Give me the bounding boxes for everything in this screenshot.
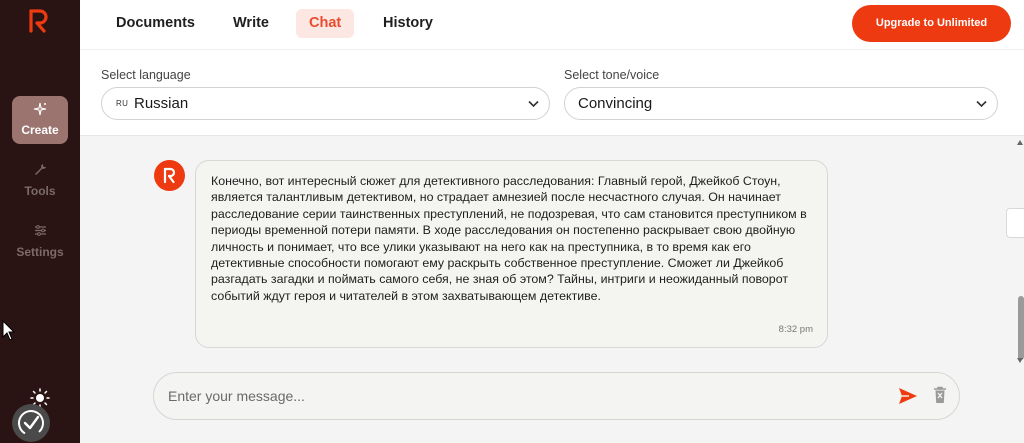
sidebar-item-label: Tools: [24, 184, 56, 198]
tab-chat[interactable]: Chat: [296, 9, 355, 38]
mouse-cursor-icon: [2, 320, 16, 341]
sidebar-item-label: Create: [21, 123, 59, 137]
message-composer: [153, 372, 960, 420]
chevron-down-icon: [528, 100, 539, 108]
tone-select[interactable]: Convincing: [564, 87, 998, 120]
scrollbar-thumb[interactable]: [1018, 296, 1024, 360]
speed-gauge-button[interactable]: [12, 404, 50, 442]
message-input[interactable]: [168, 383, 868, 409]
message-timestamp: 8:32 pm: [778, 324, 813, 335]
language-select-label: Select language: [101, 68, 191, 82]
sliders-icon: [12, 224, 68, 242]
message-text: Конечно, вот интересный сюжет для детект…: [211, 174, 807, 303]
chat-area: Конечно, вот интересный сюжет для детект…: [80, 136, 1024, 443]
tone-select-label: Select tone/voice: [564, 68, 660, 82]
scroll-up-arrow-icon[interactable]: [1017, 140, 1023, 145]
logo-icon: [163, 167, 176, 184]
send-icon[interactable]: [898, 387, 918, 405]
language-select-value: Russian: [134, 95, 189, 112]
upgrade-button[interactable]: Upgrade to Unlimited: [852, 5, 1011, 42]
sidebar-item-create[interactable]: Create: [12, 96, 68, 144]
gauge-icon: [18, 410, 44, 436]
chevron-down-icon: [976, 100, 987, 108]
sidebar-item-label: Settings: [16, 245, 64, 259]
wrench-icon: [12, 163, 68, 181]
sidebar-item-settings[interactable]: Settings: [12, 218, 68, 266]
tab-write[interactable]: Write: [220, 9, 282, 38]
language-select[interactable]: RU Russian: [101, 87, 550, 120]
scroll-down-arrow-icon[interactable]: [1017, 358, 1023, 363]
tab-documents[interactable]: Documents: [103, 9, 208, 38]
side-panel-handle[interactable]: [1006, 208, 1024, 238]
settings-bar: Select language RU Russian Select tone/v…: [80, 50, 1024, 136]
top-nav: Documents Write Chat History Upgrade to …: [80, 0, 1024, 50]
sparkle-icon: [12, 102, 68, 120]
tone-select-value: Convincing: [578, 95, 653, 112]
language-code-badge: RU: [116, 99, 129, 108]
sidebar-item-tools[interactable]: Tools: [12, 157, 68, 205]
assistant-message: Конечно, вот интересный сюжет для детект…: [195, 160, 828, 348]
tab-history[interactable]: History: [370, 9, 446, 38]
assistant-avatar: [154, 160, 185, 191]
logo-icon[interactable]: [28, 9, 50, 33]
sidebar: Create Tools Settings: [0, 0, 80, 443]
app-window: Create Tools Settings Documents Write Ch…: [0, 0, 1024, 443]
trash-icon[interactable]: [933, 386, 947, 404]
